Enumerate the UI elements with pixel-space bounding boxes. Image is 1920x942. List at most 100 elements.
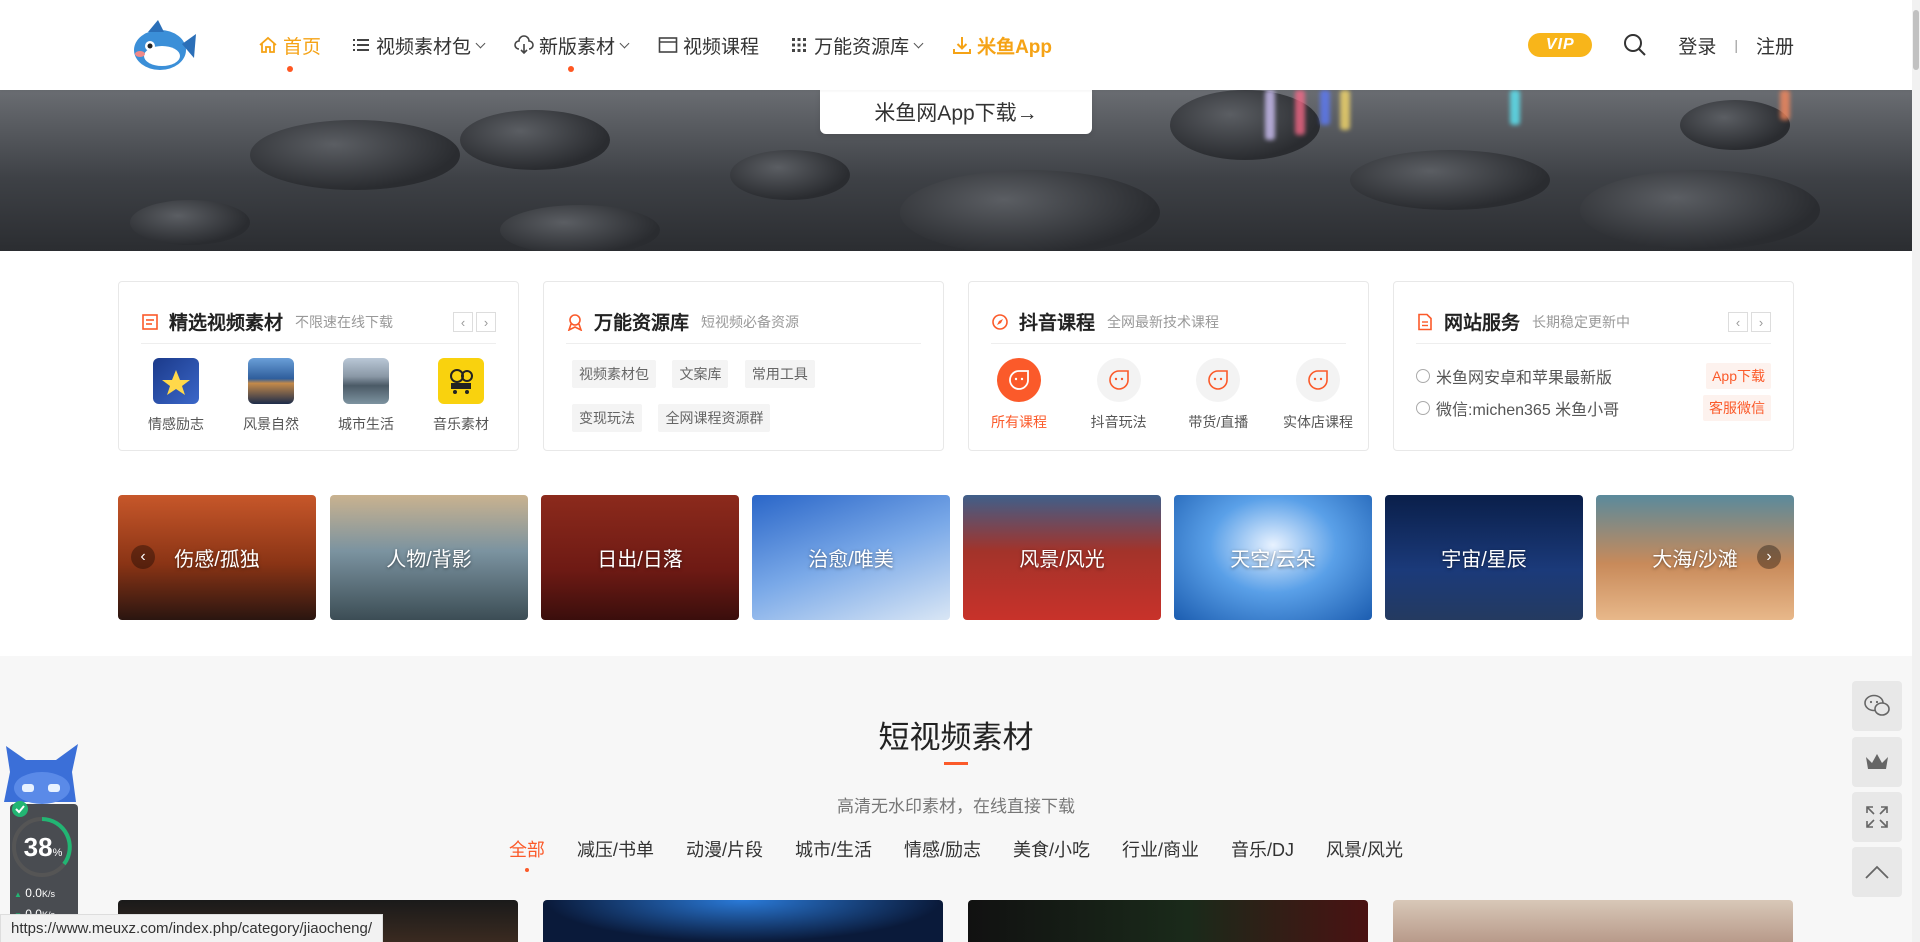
card-header: 万能资源库 短视频必备资源: [566, 300, 921, 344]
network-monitor-widget[interactable]: 38% ▲ 0.0K/s ▼ 0.0K/s: [0, 744, 82, 942]
main-nav: 首页 视频素材包 新版素材 视频课程 万能资源库 米鱼App: [258, 0, 1082, 90]
featured-item[interactable]: 音乐素材: [426, 358, 496, 434]
nav-new-material[interactable]: 新版素材: [514, 0, 630, 90]
list-icon: [351, 35, 371, 55]
filter-tab-all[interactable]: 全部: [509, 836, 545, 872]
file-icon: [1416, 313, 1434, 331]
featured-item[interactable]: 城市生活: [331, 358, 401, 434]
card-title: 网站服务: [1444, 313, 1521, 334]
customer-wechat-link[interactable]: 客服微信: [1703, 395, 1771, 421]
category-label: 风景/风光: [1019, 549, 1105, 571]
nav-new-material-label: 新版素材: [539, 36, 616, 58]
crown-icon[interactable]: [1852, 737, 1902, 787]
prev-arrow-icon[interactable]: ‹: [1728, 312, 1748, 332]
title-underline: [944, 762, 968, 765]
card-title: 精选视频素材: [169, 313, 284, 334]
document-icon: [141, 313, 159, 331]
next-arrow-icon[interactable]: ›: [476, 312, 496, 332]
card-resource-library: 万能资源库 短视频必备资源 视频素材包 文案库 常用工具 变现玩法 全网课程资源…: [543, 281, 944, 451]
category-tile[interactable]: 风景/风光: [963, 495, 1161, 620]
filter-tab[interactable]: 减压/书单: [577, 836, 654, 862]
resource-tag[interactable]: 变现玩法: [572, 404, 642, 432]
filter-tab[interactable]: 音乐/DJ: [1231, 836, 1294, 862]
filter-tab[interactable]: 美食/小吃: [1013, 836, 1090, 862]
course-item[interactable]: 实体店课程: [1278, 358, 1358, 432]
smile-icon: [1295, 358, 1340, 402]
upload-value: 0.0: [25, 886, 42, 900]
badge-icon: [566, 313, 584, 331]
filter-tab[interactable]: 情感/励志: [904, 836, 981, 862]
smile-icon: [997, 358, 1041, 402]
smile-icon: [1196, 358, 1241, 402]
fullscreen-icon[interactable]: [1852, 792, 1902, 842]
category-tile[interactable]: 宇宙/星辰: [1385, 495, 1583, 620]
next-arrow-icon[interactable]: ›: [1757, 545, 1781, 569]
nav-home-label: 首页: [283, 36, 322, 58]
filter-tab[interactable]: 动漫/片段: [686, 836, 763, 862]
course-item[interactable]: 带货/直播: [1178, 358, 1258, 432]
resource-tag[interactable]: 视频素材包: [572, 360, 656, 388]
category-label: 天空/云朵: [1230, 549, 1316, 571]
service-row: 米鱼网安卓和苹果最新版 App下载: [1416, 360, 1771, 392]
emotion-thumbnail: [153, 358, 199, 404]
category-tile[interactable]: 人物/背影: [330, 495, 528, 620]
course-items: 所有课程 抖音玩法 带货/直播 实体店课程: [979, 358, 1358, 432]
card-header: 精选视频素材 不限速在线下载 ‹ ›: [141, 300, 496, 344]
nav-video-course[interactable]: 视频课程: [658, 0, 759, 90]
nav-app-label: 米鱼App: [977, 36, 1053, 58]
item-label: 城市生活: [338, 416, 394, 432]
category-label: 日出/日落: [597, 549, 683, 571]
course-item[interactable]: 抖音玩法: [1079, 358, 1159, 432]
card-header: 抖音课程 全网最新技术课程: [991, 300, 1346, 344]
city-thumbnail: [343, 358, 389, 404]
filter-tab[interactable]: 城市/生活: [795, 836, 872, 862]
category-label: 宇宙/星辰: [1441, 549, 1527, 571]
resource-tag[interactable]: 文案库: [672, 360, 729, 388]
nav-home[interactable]: 首页: [258, 0, 321, 90]
service-text: 米鱼网安卓和苹果最新版: [1436, 370, 1613, 387]
video-card-thumbnail[interactable]: [1393, 900, 1793, 942]
filter-tab[interactable]: 风景/风光: [1326, 836, 1403, 862]
nav-video-pack-label: 视频素材包: [376, 36, 472, 58]
video-card-thumbnail[interactable]: [543, 900, 943, 942]
featured-item[interactable]: 风景自然: [236, 358, 306, 434]
card-header: 网站服务 长期稳定更新中 ‹ ›: [1416, 300, 1771, 344]
nav-app[interactable]: 米鱼App: [952, 0, 1052, 90]
short-video-section: 短视频素材 高清无水印素材，在线直接下载 全部 减压/书单 动漫/片段 城市/生…: [0, 656, 1912, 942]
course-label: 带货/直播: [1188, 414, 1249, 430]
scrollbar[interactable]: [1912, 0, 1920, 942]
nav-resource-lib[interactable]: 万能资源库: [789, 0, 924, 90]
card-title: 抖音课程: [1019, 313, 1096, 334]
next-arrow-icon[interactable]: ›: [1751, 312, 1771, 332]
prev-arrow-icon[interactable]: ‹: [453, 312, 473, 332]
filter-tab[interactable]: 行业/商业: [1122, 836, 1199, 862]
register-link[interactable]: 注册: [1756, 32, 1794, 59]
header-actions: VIP 登录 | 注册: [1528, 0, 1794, 90]
featured-item[interactable]: 情感励志: [141, 358, 211, 434]
app-download-button[interactable]: 米鱼网App下载→: [820, 90, 1092, 134]
category-tile[interactable]: 治愈/唯美: [752, 495, 950, 620]
video-card-thumbnail[interactable]: [968, 900, 1368, 942]
course-label: 实体店课程: [1282, 414, 1353, 430]
percent-unit: %: [52, 847, 63, 859]
upload-unit: K/s: [41, 889, 55, 899]
wechat-icon[interactable]: [1852, 681, 1902, 731]
category-tile[interactable]: 天空/云朵: [1174, 495, 1372, 620]
resource-tag[interactable]: 全网课程资源群: [658, 404, 771, 432]
resource-tag[interactable]: 常用工具: [744, 360, 815, 388]
nav-video-pack[interactable]: 视频素材包: [351, 0, 486, 90]
site-logo[interactable]: [128, 14, 198, 74]
course-label: 抖音玩法: [1090, 414, 1147, 430]
back-to-top-icon[interactable]: [1852, 847, 1902, 897]
category-tile[interactable]: 日出/日落: [541, 495, 739, 620]
login-link[interactable]: 登录: [1678, 32, 1716, 59]
vip-badge[interactable]: VIP: [1528, 33, 1593, 57]
app-download-link[interactable]: App下载: [1706, 363, 1771, 389]
course-item-all[interactable]: 所有课程: [979, 358, 1059, 432]
new-dot: [568, 66, 575, 72]
card-douyin-course: 抖音课程 全网最新技术课程 所有课程 抖音玩法 带货/直播 实体店课程: [968, 281, 1369, 451]
site-header: 首页 视频素材包 新版素材 视频课程 万能资源库 米鱼App VIP 登录 | …: [0, 0, 1912, 90]
card-subtitle: 不限速在线下载: [295, 313, 394, 330]
search-icon[interactable]: [1622, 32, 1648, 58]
prev-arrow-icon[interactable]: ‹: [131, 545, 155, 569]
